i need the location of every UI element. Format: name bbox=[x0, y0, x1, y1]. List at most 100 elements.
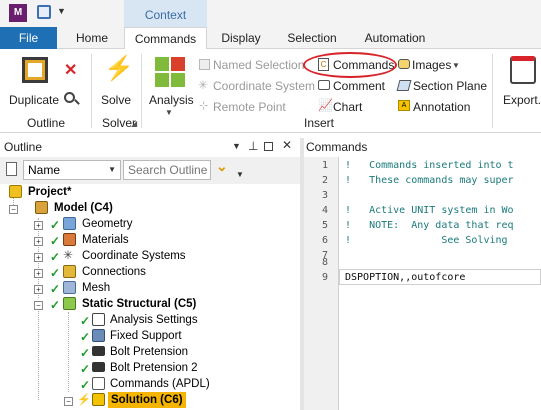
tree-item-commands-apdl[interactable]: Commands (APDL) bbox=[110, 376, 210, 392]
tree-item-materials[interactable]: Materials bbox=[82, 232, 129, 248]
bolt-pretension-icon bbox=[92, 362, 105, 372]
analysis-settings-icon bbox=[92, 313, 105, 326]
tree-item-coordinate-systems[interactable]: Coordinate Systems bbox=[82, 248, 186, 264]
geometry-icon bbox=[63, 217, 76, 230]
annotation-highlight-circle bbox=[303, 52, 397, 78]
outline-group-label: Outline bbox=[27, 116, 66, 130]
line-number: 8 bbox=[321, 257, 328, 268]
tree-item-project[interactable]: Project* bbox=[28, 184, 71, 200]
solution-icon bbox=[92, 393, 105, 406]
coordinate-system-icon: ✳ bbox=[198, 78, 209, 92]
named-selection-button[interactable]: Named Selection bbox=[213, 58, 304, 72]
expand-icon[interactable]: + bbox=[34, 269, 43, 278]
commands-apdl-icon bbox=[92, 377, 105, 390]
close-panel-icon[interactable]: ✕ bbox=[282, 138, 292, 152]
remote-point-button[interactable]: Remote Point bbox=[213, 100, 286, 114]
search-outline-input[interactable] bbox=[123, 160, 211, 180]
tab-home[interactable]: Home bbox=[64, 27, 120, 49]
connections-icon bbox=[63, 265, 76, 278]
static-structural-icon bbox=[63, 297, 76, 310]
analysis-button[interactable]: Analysis bbox=[149, 93, 194, 107]
solve-button[interactable]: Solve bbox=[101, 93, 131, 107]
outline-filter-select-value: Name bbox=[28, 163, 61, 177]
tree-item-analysis-settings[interactable]: Analysis Settings bbox=[110, 312, 198, 328]
tree-item-bolt-pretension[interactable]: Bolt Pretension bbox=[110, 344, 188, 360]
code-line: ! NOTE: Any data that req bbox=[345, 220, 514, 231]
chart-button[interactable]: Chart bbox=[333, 100, 362, 114]
search-icon[interactable] bbox=[64, 92, 75, 103]
tab-automation[interactable]: Automation bbox=[354, 27, 436, 49]
dropdown-arrow-icon[interactable]: ▼ bbox=[232, 141, 241, 151]
remote-point-icon: ⊹ bbox=[199, 100, 209, 112]
search-options-chevron-icon[interactable]: ⌄ bbox=[216, 158, 228, 175]
tab-display[interactable]: Display bbox=[211, 27, 271, 49]
duplicate-icon[interactable] bbox=[22, 57, 48, 83]
mesh-icon bbox=[63, 281, 76, 294]
dropdown-arrow-icon[interactable]: ▼ bbox=[236, 170, 244, 179]
expand-icon[interactable]: + bbox=[34, 285, 43, 294]
tree-item-connections[interactable]: Connections bbox=[82, 264, 146, 280]
named-selection-icon bbox=[199, 59, 210, 70]
project-icon bbox=[9, 185, 22, 198]
save-icon[interactable] bbox=[37, 5, 51, 19]
annotation-button[interactable]: Annotation bbox=[413, 100, 470, 114]
insert-group-label: Insert bbox=[304, 116, 335, 130]
expand-icon[interactable]: + bbox=[34, 221, 43, 230]
solver-expand-icon[interactable]: ◢ bbox=[131, 119, 137, 128]
coordinate-system-button[interactable]: Coordinate System bbox=[213, 79, 315, 93]
tab-commands[interactable]: Commands bbox=[124, 27, 207, 50]
outline-panel-title: Outline bbox=[4, 138, 214, 156]
duplicate-button[interactable]: Duplicate bbox=[9, 93, 59, 107]
quick-access-dropdown-icon[interactable]: ▼ bbox=[57, 6, 66, 16]
export-icon[interactable] bbox=[510, 56, 536, 84]
expand-icon[interactable]: + bbox=[34, 253, 43, 262]
filter-icon bbox=[6, 162, 17, 176]
line-number: 2 bbox=[321, 175, 328, 186]
check-icon: ✓ bbox=[80, 362, 91, 376]
images-button[interactable]: Images bbox=[412, 58, 451, 72]
tree-item-model[interactable]: Model (C4) bbox=[54, 200, 113, 216]
app-logo: M bbox=[9, 4, 27, 22]
tab-file[interactable]: File bbox=[0, 27, 57, 49]
expand-icon[interactable]: + bbox=[34, 237, 43, 246]
tree-item-bolt-pretension-2[interactable]: Bolt Pretension 2 bbox=[110, 360, 198, 376]
maximize-icon[interactable] bbox=[264, 142, 273, 151]
comment-button[interactable]: Comment bbox=[333, 79, 385, 93]
check-icon: ✓ bbox=[80, 346, 91, 360]
outline-filter-select[interactable]: Name ▼ bbox=[23, 160, 121, 180]
analysis-icon[interactable] bbox=[155, 57, 187, 87]
section-plane-button[interactable]: Section Plane bbox=[413, 79, 487, 93]
check-icon: ✓ bbox=[50, 218, 61, 232]
pin-icon[interactable]: ⊥ bbox=[248, 139, 258, 153]
check-icon: ✓ bbox=[50, 266, 61, 280]
ribbon-separator bbox=[492, 54, 493, 128]
title-bar bbox=[0, 0, 541, 27]
coordinate-systems-icon: ✳ bbox=[63, 248, 74, 262]
code-line: ! Active UNIT system in Wo bbox=[345, 205, 514, 216]
line-number: 9 bbox=[321, 272, 328, 283]
tree-item-static-structural[interactable]: Static Structural (C5) bbox=[82, 296, 196, 312]
materials-icon bbox=[63, 233, 76, 246]
export-button[interactable]: Export... bbox=[503, 93, 541, 107]
images-dropdown-icon[interactable]: ▼ bbox=[452, 61, 460, 70]
commands-panel-title: Commands bbox=[306, 138, 541, 156]
delete-icon[interactable]: ✕ bbox=[64, 60, 77, 80]
solve-icon[interactable]: ⚡ bbox=[104, 56, 134, 82]
code-line: ! These commands may super bbox=[345, 175, 514, 186]
collapse-icon[interactable]: − bbox=[9, 205, 18, 214]
collapse-icon[interactable]: − bbox=[64, 397, 73, 406]
fixed-support-icon bbox=[92, 329, 105, 342]
tree-item-mesh[interactable]: Mesh bbox=[82, 280, 110, 296]
code-line: ! Commands inserted into t bbox=[345, 160, 514, 171]
check-icon: ✓ bbox=[80, 330, 91, 344]
tree-item-fixed-support[interactable]: Fixed Support bbox=[110, 328, 182, 344]
collapse-icon[interactable]: − bbox=[34, 301, 43, 310]
ribbon-separator bbox=[141, 54, 142, 128]
tab-selection[interactable]: Selection bbox=[278, 27, 346, 49]
tree-item-solution[interactable]: Solution (C6) bbox=[108, 392, 186, 408]
analysis-dropdown-icon[interactable]: ▼ bbox=[165, 108, 173, 117]
tree-item-geometry[interactable]: Geometry bbox=[82, 216, 133, 232]
line-number: 4 bbox=[321, 205, 328, 216]
comment-icon bbox=[318, 80, 330, 90]
code-line: ! See Solving bbox=[345, 235, 508, 246]
